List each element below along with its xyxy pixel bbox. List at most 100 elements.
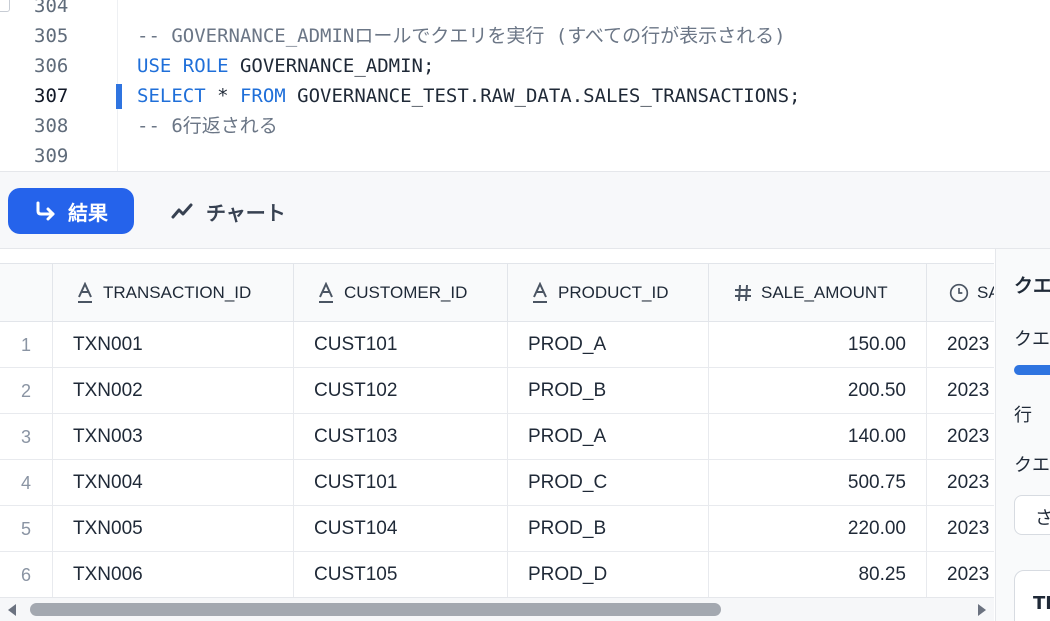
table-row[interactable]: 5 TXN005 CUST104 PROD_B 220.00 2023	[0, 506, 994, 552]
column-header-sale-amount[interactable]: SALE_AMOUNT	[709, 264, 927, 322]
sql-comment: -- 6行返される	[137, 115, 278, 137]
chart-tab-label: チャート	[206, 200, 286, 225]
table-row[interactable]: 4 TXN004 CUST101 PROD_C 500.75 2023	[0, 460, 994, 506]
query-duration-bar	[1014, 365, 1050, 375]
editor-line[interactable]: 304	[0, 0, 1050, 21]
code-text[interactable]: -- 6行返される	[137, 111, 278, 141]
line-number: 306	[34, 55, 69, 77]
panel-label: クエ	[1014, 455, 1050, 476]
sql-token: GOVERNANCE_ADMIN;	[228, 55, 435, 77]
panel-select[interactable]: さ	[1014, 495, 1050, 535]
editor-line[interactable]: 308 -- 6行返される	[0, 111, 1050, 141]
sql-keyword: SELECT	[137, 85, 206, 107]
sql-editor[interactable]: 304 305 -- GOVERNANCE_ADMINロールでクエリを実行 (すべて…	[0, 0, 1050, 171]
scroll-track[interactable]	[26, 603, 972, 616]
sql-token: GOVERNANCE_TEST.RAW_DATA.SALES_TRANSACTI…	[285, 85, 801, 107]
sale-date-cell[interactable]: 2023	[927, 368, 994, 414]
line-number: 305	[34, 25, 69, 47]
sale-amount-cell[interactable]: 140.00	[709, 414, 927, 460]
scroll-right-arrow-icon[interactable]	[978, 604, 986, 616]
product-id-cell[interactable]: PROD_D	[508, 552, 709, 597]
column-header-customer-id[interactable]: CUSTOMER_ID	[294, 264, 508, 322]
editor-line[interactable]: 305 -- GOVERNANCE_ADMINロールでクエリを実行 (すべての行が…	[0, 21, 1050, 51]
row-number: 4	[0, 460, 53, 506]
column-header-sale-date[interactable]: SA	[927, 264, 994, 322]
sale-amount-cell[interactable]: 220.00	[709, 506, 927, 552]
product-id-cell[interactable]: PROD_B	[508, 368, 709, 414]
sale-amount-cell[interactable]: 500.75	[709, 460, 927, 506]
active-line-marker	[116, 84, 122, 109]
panel-card-label: TI	[1033, 593, 1050, 614]
sale-amount-cell[interactable]: 150.00	[709, 322, 927, 368]
row-number: 6	[0, 552, 53, 597]
table-row[interactable]: 3 TXN003 CUST103 PROD_A 140.00 2023	[0, 414, 994, 460]
panel-label: 行	[1014, 405, 1032, 426]
code-text[interactable]: SELECT * FROM GOVERNANCE_TEST.RAW_DATA.S…	[137, 81, 801, 111]
code-text[interactable]: -- GOVERNANCE_ADMINロールでクエリを実行 (すべての行が表示さ…	[137, 21, 786, 51]
row-number: 3	[0, 414, 53, 460]
transaction-id-cell[interactable]: TXN005	[53, 506, 294, 552]
product-id-cell[interactable]: PROD_A	[508, 322, 709, 368]
column-header-label: SALE_AMOUNT	[761, 283, 888, 302]
transaction-id-cell[interactable]: TXN004	[53, 460, 294, 506]
results-tab-label: 結果	[68, 200, 108, 225]
code-text[interactable]: USE ROLE GOVERNANCE_ADMIN;	[137, 51, 434, 81]
line-chart-icon	[171, 203, 193, 219]
row-number: 1	[0, 322, 53, 368]
sale-date-cell[interactable]: 2023	[927, 322, 994, 368]
sale-amount-cell[interactable]: 200.50	[709, 368, 927, 414]
results-tab-button[interactable]: 結果	[8, 188, 134, 234]
sale-date-cell[interactable]: 2023	[927, 552, 994, 597]
results-toolbar: 結果 チャート	[0, 171, 1050, 249]
transaction-id-cell[interactable]: TXN002	[53, 368, 294, 414]
query-details-panel: クエ クエ 行 クエ さ TI	[995, 249, 1050, 621]
chart-tab-button[interactable]: チャート	[164, 188, 292, 234]
product-id-cell[interactable]: PROD_C	[508, 460, 709, 506]
transaction-id-cell[interactable]: TXN006	[53, 552, 294, 597]
line-number: 309	[34, 145, 69, 167]
customer-id-cell[interactable]: CUST103	[294, 414, 508, 460]
text-type-icon	[530, 282, 550, 304]
panel-title: クエ	[1014, 275, 1050, 297]
sale-date-cell[interactable]: 2023	[927, 414, 994, 460]
row-number-header	[0, 264, 53, 322]
transaction-id-cell[interactable]: TXN003	[53, 414, 294, 460]
return-arrow-icon	[36, 201, 55, 221]
column-header-label: CUSTOMER_ID	[344, 283, 468, 302]
horizontal-scrollbar[interactable]	[0, 597, 994, 621]
table-row[interactable]: 1 TXN001 CUST101 PROD_A 150.00 2023	[0, 322, 994, 368]
text-type-icon	[75, 282, 95, 304]
editor-line[interactable]: 309	[0, 141, 1050, 171]
scroll-left-arrow-icon[interactable]	[8, 604, 16, 616]
sql-token: *	[205, 85, 240, 107]
scroll-thumb[interactable]	[30, 603, 721, 616]
table-header: TRANSACTION_ID CUSTOMER_ID PRODUCT_ID SA…	[0, 264, 994, 322]
column-header-transaction-id[interactable]: TRANSACTION_ID	[53, 264, 294, 322]
panel-card[interactable]: TI	[1014, 570, 1050, 621]
customer-id-cell[interactable]: CUST102	[294, 368, 508, 414]
sql-keyword: FROM	[239, 85, 286, 107]
sale-date-cell[interactable]: 2023	[927, 506, 994, 552]
timestamp-type-icon	[949, 281, 969, 305]
editor-line[interactable]: 306 USE ROLE GOVERNANCE_ADMIN;	[0, 51, 1050, 81]
editor-line[interactable]: 307 SELECT * FROM GOVERNANCE_TEST.RAW_DAT…	[0, 81, 1050, 111]
results-table[interactable]: TRANSACTION_ID CUSTOMER_ID PRODUCT_ID SA…	[0, 263, 994, 597]
column-header-label: SA	[977, 283, 994, 302]
transaction-id-cell[interactable]: TXN001	[53, 322, 294, 368]
sql-keyword: USE ROLE	[137, 55, 229, 77]
sale-date-cell[interactable]: 2023	[927, 460, 994, 506]
customer-id-cell[interactable]: CUST101	[294, 460, 508, 506]
sale-amount-cell[interactable]: 80.25	[709, 552, 927, 597]
customer-id-cell[interactable]: CUST101	[294, 322, 508, 368]
panel-label: クエ	[1014, 329, 1050, 350]
customer-id-cell[interactable]: CUST104	[294, 506, 508, 552]
product-id-cell[interactable]: PROD_A	[508, 414, 709, 460]
customer-id-cell[interactable]: CUST105	[294, 552, 508, 597]
column-header-label: PRODUCT_ID	[558, 283, 669, 302]
table-row[interactable]: 2 TXN002 CUST102 PROD_B 200.50 2023	[0, 368, 994, 414]
column-header-product-id[interactable]: PRODUCT_ID	[508, 264, 709, 322]
row-number: 5	[0, 506, 53, 552]
number-type-icon	[733, 283, 753, 303]
product-id-cell[interactable]: PROD_B	[508, 506, 709, 552]
table-row[interactable]: 6 TXN006 CUST105 PROD_D 80.25 2023	[0, 552, 994, 597]
